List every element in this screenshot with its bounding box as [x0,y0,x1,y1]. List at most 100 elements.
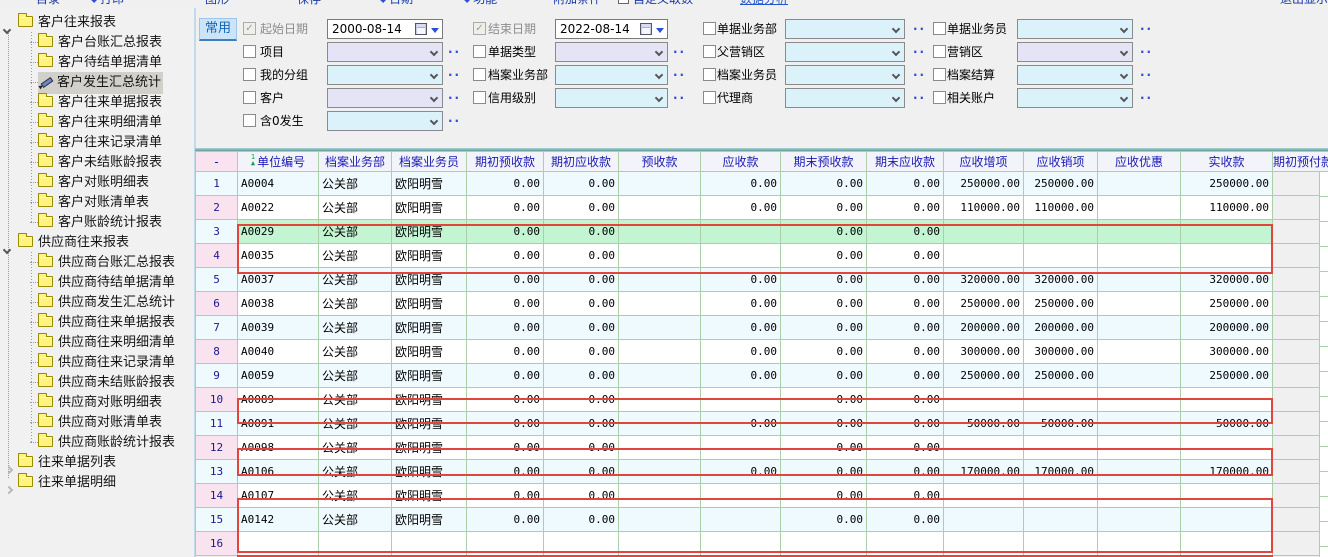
chevron-down-icon[interactable] [655,48,663,56]
tree-item[interactable]: 客户往来单据报表 [0,92,194,112]
menu-item-7[interactable]: 附加条件 [553,0,601,8]
select-单据业务员[interactable] [1017,19,1133,39]
tree-group-4[interactable]: 往来单据明细 [0,472,194,492]
select-相关账户[interactable] [1017,88,1133,108]
calendar-icon[interactable] [640,23,652,35]
menu-item-1[interactable]: 目录 [36,0,60,8]
menu-item-2[interactable]: ◆打印 [91,0,124,8]
column-header-期末预收款[interactable]: 期末预收款 [781,152,867,172]
table-row-8[interactable]: 8A0040公关部欧阳明雪0.000.000.000.000.00300000.… [196,340,1328,364]
chevron-down-icon[interactable] [430,94,438,102]
menu-item-8[interactable]: 自定义取数 [618,0,693,8]
tree-item[interactable]: 供应商待结单据清单 [0,272,194,292]
chevron-down-icon[interactable] [655,94,663,102]
tree-group-1[interactable]: 客户往来报表 [0,12,194,32]
filter-checkbox-含0发生[interactable] [243,114,256,127]
tree-item[interactable]: 客户台账汇总报表 [0,32,194,52]
tree-item[interactable]: 客户账龄统计报表 [0,212,194,232]
table-row-5[interactable]: 5A0037公关部欧阳明雪0.000.000.000.000.00320000.… [196,268,1328,292]
select-档案业务员[interactable] [785,65,905,85]
select-含0发生[interactable] [327,111,443,131]
filter-checkbox-档案结算[interactable] [933,68,946,81]
select-单据类型[interactable] [555,42,668,62]
filter-checkbox-项目[interactable] [243,45,256,58]
tree-item[interactable]: 客户未结账龄报表 [0,152,194,172]
select-我的分组[interactable] [327,65,443,85]
date-input-起始日期[interactable]: 2000-08-14 [327,19,443,39]
table-row-14[interactable]: 14A0107公关部欧阳明雪0.000.000.000.00 [196,484,1328,508]
chevron-down-icon[interactable] [430,71,438,79]
column-header-期初预收款[interactable]: 期初预收款 [467,152,544,172]
browse-dots-button[interactable]: ·· [1140,68,1153,82]
browse-dots-button[interactable]: ·· [448,68,461,82]
chevron-down-icon[interactable] [1120,71,1128,79]
column-header-期末应收款[interactable]: 期末应收款 [867,152,944,172]
calendar-icon[interactable] [415,23,427,35]
browse-dots-button[interactable]: ·· [913,91,926,105]
browse-dots-button[interactable]: ·· [1140,45,1153,59]
browse-dots-button[interactable]: ·· [913,22,926,36]
tree-item[interactable]: 客户往来记录清单 [0,132,194,152]
select-档案结算[interactable] [1017,65,1133,85]
chevron-down-icon[interactable] [430,48,438,56]
browse-dots-button[interactable]: ·· [913,45,926,59]
table-row-4[interactable]: 4A0035公关部欧阳明雪0.000.000.000.00 [196,244,1328,268]
browse-dots-button[interactable]: ·· [673,45,686,59]
table-row-7[interactable]: 7A0039公关部欧阳明雪0.000.000.000.000.00200000.… [196,316,1328,340]
chevron-right-icon[interactable] [4,479,12,499]
column-header-rownum[interactable]: - [196,152,238,172]
browse-dots-button[interactable]: ·· [673,68,686,82]
select-档案业务部[interactable] [555,65,668,85]
tree-item[interactable]: 供应商账龄统计报表 [0,432,194,452]
tree-item[interactable]: 客户对账明细表 [0,172,194,192]
column-header-实收款[interactable]: 实收款 [1181,152,1273,172]
column-header-档案业务员[interactable]: 档案业务员 [392,152,467,172]
table-row-11[interactable]: 11A0091公关部欧阳明雪0.000.000.000.000.0050000.… [196,412,1328,436]
menu-item-9[interactable]: 数据分析 [740,0,788,8]
filter-checkbox-起始日期[interactable]: ✓ [243,22,256,35]
chevron-down-icon[interactable] [1120,94,1128,102]
column-header-期初应收款[interactable]: 期初应收款 [544,152,619,172]
menu-item-5[interactable]: ◆日期 [380,0,413,8]
browse-dots-button[interactable]: ·· [448,114,461,128]
table-row-10[interactable]: 10A0089公关部欧阳明雪0.000.000.000.00 [196,388,1328,412]
tree-item[interactable]: 供应商对账明细表 [0,392,194,412]
browse-dots-button[interactable]: ·· [673,91,686,105]
filter-checkbox-营销区[interactable] [933,45,946,58]
date-input-结束日期[interactable]: 2022-08-14 [555,19,668,39]
tab-common[interactable]: 常用 [199,18,237,41]
table-row-15[interactable]: 15A0142公关部欧阳明雪0.000.000.000.00 [196,508,1328,532]
chevron-down-icon[interactable] [892,94,900,102]
filter-checkbox-客户[interactable] [243,91,256,104]
filter-checkbox-档案业务员[interactable] [703,68,716,81]
browse-dots-button[interactable]: ·· [913,68,926,82]
column-header-应收优惠[interactable]: 应收优惠 [1098,152,1181,172]
tree-item[interactable]: 客户对账清单表 [0,192,194,212]
filter-checkbox-单据业务部[interactable] [703,22,716,35]
menu-checkbox[interactable] [618,0,629,4]
tree-item[interactable]: 客户往来明细清单 [0,112,194,132]
select-营销区[interactable] [1017,42,1133,62]
menu-item-3[interactable]: 图形 [205,0,229,8]
browse-dots-button[interactable]: ·· [448,45,461,59]
chevron-down-icon[interactable] [892,25,900,33]
tree-item[interactable]: 供应商对账清单表 [0,412,194,432]
filter-checkbox-档案业务部[interactable] [473,68,486,81]
column-header-期初预付款[interactable]: 期初预付款 [1273,152,1328,172]
filter-checkbox-结束日期[interactable]: ✓ [473,22,486,35]
browse-dots-button[interactable]: ·· [448,91,461,105]
tree-item[interactable]: 供应商往来记录清单 [0,352,194,372]
column-header-应收款[interactable]: 应收款 [701,152,781,172]
filter-checkbox-相关账户[interactable] [933,91,946,104]
tree-group-3[interactable]: 往来单据列表 [0,452,194,472]
tree-item[interactable]: 供应商发生汇总统计 [0,292,194,312]
tree-item[interactable]: 供应商未结账龄报表 [0,372,194,392]
filter-checkbox-单据业务员[interactable] [933,22,946,35]
select-客户[interactable] [327,88,443,108]
filter-checkbox-父营销区[interactable] [703,45,716,58]
tree-item[interactable]: 供应商往来单据报表 [0,312,194,332]
column-header-应收增项[interactable]: 应收增项 [944,152,1024,172]
table-row-9[interactable]: 9A0059公关部欧阳明雪0.000.000.000.000.00250000.… [196,364,1328,388]
column-header-预收款[interactable]: 预收款 [619,152,701,172]
filter-checkbox-信用级别[interactable] [473,91,486,104]
